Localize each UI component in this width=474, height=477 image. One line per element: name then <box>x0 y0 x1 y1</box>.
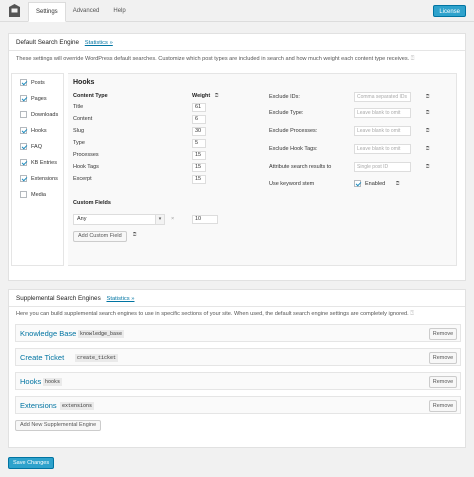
tab-advanced[interactable]: Advanced <box>66 2 107 21</box>
engine-row[interactable]: Hooks hooks Remove <box>15 372 461 390</box>
supplemental-title: Supplemental Search Engines <box>16 295 101 302</box>
checkbox-icon[interactable] <box>20 159 27 166</box>
exclude-processes-input[interactable]: Leave blank to omit <box>354 126 411 136</box>
help-icon[interactable]: ⍰ <box>411 56 415 62</box>
engine-row[interactable]: Create Ticket create_ticket Remove <box>15 348 461 366</box>
exclude-type-input[interactable]: Leave blank to omit <box>354 108 411 118</box>
help-icon[interactable]: ⍰ <box>426 128 429 135</box>
post-type-hooks[interactable]: Hooks <box>20 126 47 135</box>
help-icon[interactable]: ⍰ <box>133 232 136 239</box>
exclude-type-label: Exclude Type: <box>269 110 304 116</box>
add-custom-field-button[interactable]: Add Custom Field <box>73 231 127 242</box>
engine-slug: extensions <box>60 402 95 410</box>
custom-field-weight-input[interactable]: 10 <box>192 215 218 224</box>
add-supplemental-engine-button[interactable]: Add New Supplemental Engine <box>15 420 102 431</box>
content-type-label: Type <box>73 140 85 146</box>
weight-header: Weight <box>192 93 211 99</box>
supplemental-description: Here you can build supplemental search e… <box>16 311 414 317</box>
help-icon[interactable]: ⍰ <box>426 164 429 171</box>
engine-name[interactable]: Hooks <box>20 377 41 386</box>
help-icon[interactable]: ⍰ <box>410 311 414 317</box>
checkbox-icon[interactable] <box>20 191 27 198</box>
engine-row[interactable]: Extensions extensions Remove <box>15 396 461 414</box>
content-type-header: Content Type <box>73 93 108 99</box>
content-type-label: Content <box>73 116 93 122</box>
help-icon[interactable]: ⍰ <box>426 110 429 117</box>
chevron-down-icon[interactable]: ▾ <box>155 215 164 224</box>
checkbox-icon[interactable] <box>20 127 27 134</box>
keyword-stem-label: Use keyword stem <box>269 181 315 187</box>
supplemental-stats-link[interactable]: Statistics » <box>106 296 134 302</box>
post-type-list: Posts Pages Downloads Hooks FAQ KB Entri… <box>11 73 64 266</box>
weight-input-content[interactable]: 6 <box>192 115 206 124</box>
help-icon[interactable]: ⍰ <box>426 94 429 101</box>
checkbox-icon[interactable] <box>20 111 27 118</box>
engine-name[interactable]: Create Ticket <box>20 353 64 362</box>
content-type-label: Slug <box>73 128 85 134</box>
engine-slug: hooks <box>43 378 63 386</box>
attribute-results-input[interactable]: Single post ID <box>354 162 411 172</box>
weight-input-title[interactable]: 61 <box>192 103 206 112</box>
exclude-ids-input[interactable]: Comma separated IDs <box>354 92 411 102</box>
custom-fields-label: Custom Fields <box>73 200 111 206</box>
license-button[interactable]: License <box>433 5 466 17</box>
tab-settings[interactable]: Settings <box>28 2 66 22</box>
post-type-config: Hooks Content Type Weight ⍰ Title 61 Con… <box>68 73 457 266</box>
exclude-ids-label: Exclude IDs: <box>269 94 300 100</box>
weight-input-processes[interactable]: 15 <box>192 151 206 160</box>
checkbox-icon[interactable] <box>20 143 27 150</box>
config-title: Hooks <box>73 79 95 86</box>
supplemental-header: Supplemental Search Engines Statistics » <box>9 290 465 307</box>
weight-input-slug[interactable]: 30 <box>192 127 206 136</box>
save-changes-button[interactable]: Save Changes <box>8 457 55 469</box>
checkbox-icon[interactable] <box>20 175 27 182</box>
top-bar: Settings Advanced Help License <box>0 0 474 22</box>
post-type-downloads[interactable]: Downloads <box>20 110 58 119</box>
checkbox-icon[interactable] <box>20 79 27 86</box>
post-type-extensions[interactable]: Extensions <box>20 174 58 183</box>
default-engine-stats-link[interactable]: Statistics » <box>85 40 113 46</box>
engine-name[interactable]: Extensions <box>20 401 57 410</box>
remove-engine-button[interactable]: Remove <box>429 400 457 412</box>
keyword-stem-toggle[interactable]: Enabled <box>354 180 385 187</box>
engine-name[interactable]: Knowledge Base <box>20 329 76 338</box>
checkbox-icon[interactable] <box>354 180 361 187</box>
help-icon[interactable]: ⍰ <box>215 93 218 100</box>
help-icon[interactable]: ⍰ <box>396 181 399 188</box>
exclude-processes-label: Exclude Processes: <box>269 128 318 134</box>
engine-row[interactable]: Knowledge Base knowledge_base Remove <box>15 324 461 342</box>
custom-field-select[interactable]: Any ▾ <box>73 214 165 225</box>
content-type-label: Title <box>73 104 84 110</box>
default-engine-description: These settings will override WordPress d… <box>16 56 415 62</box>
post-type-media[interactable]: Media <box>20 190 46 199</box>
content-type-label: Processes <box>73 152 99 158</box>
content-type-label: Hook Tags <box>73 164 99 170</box>
supplemental-panel: Supplemental Search Engines Statistics »… <box>8 289 466 448</box>
remove-engine-button[interactable]: Remove <box>429 352 457 364</box>
post-type-faq[interactable]: FAQ <box>20 142 42 151</box>
tab-help[interactable]: Help <box>106 2 132 21</box>
plugin-logo-icon <box>9 4 20 17</box>
checkbox-icon[interactable] <box>20 95 27 102</box>
weight-input-type[interactable]: 5 <box>192 139 206 148</box>
post-type-posts[interactable]: Posts <box>20 78 45 87</box>
engine-slug: knowledge_base <box>78 330 125 338</box>
content-type-label: Excerpt <box>73 176 92 182</box>
exclude-hook-tags-label: Exclude Hook Tags: <box>269 146 318 152</box>
default-engine-title: Default Search Engine <box>16 39 80 46</box>
close-icon[interactable]: × <box>171 216 174 222</box>
post-type-kb-entries[interactable]: KB Entries <box>20 158 57 167</box>
weight-input-excerpt[interactable]: 15 <box>192 175 206 184</box>
engine-slug: create_ticket <box>75 354 119 362</box>
default-engine-header: Default Search Engine Statistics » <box>9 34 465 51</box>
remove-engine-button[interactable]: Remove <box>429 328 457 340</box>
remove-engine-button[interactable]: Remove <box>429 376 457 388</box>
help-icon[interactable]: ⍰ <box>426 146 429 153</box>
weight-input-hook-tags[interactable]: 15 <box>192 163 206 172</box>
attribute-results-label: Attribute search results to <box>269 164 332 170</box>
post-type-pages[interactable]: Pages <box>20 94 47 103</box>
tab-bar: Settings Advanced Help <box>28 2 133 22</box>
exclude-hook-tags-input[interactable]: Leave blank to omit <box>354 144 411 154</box>
